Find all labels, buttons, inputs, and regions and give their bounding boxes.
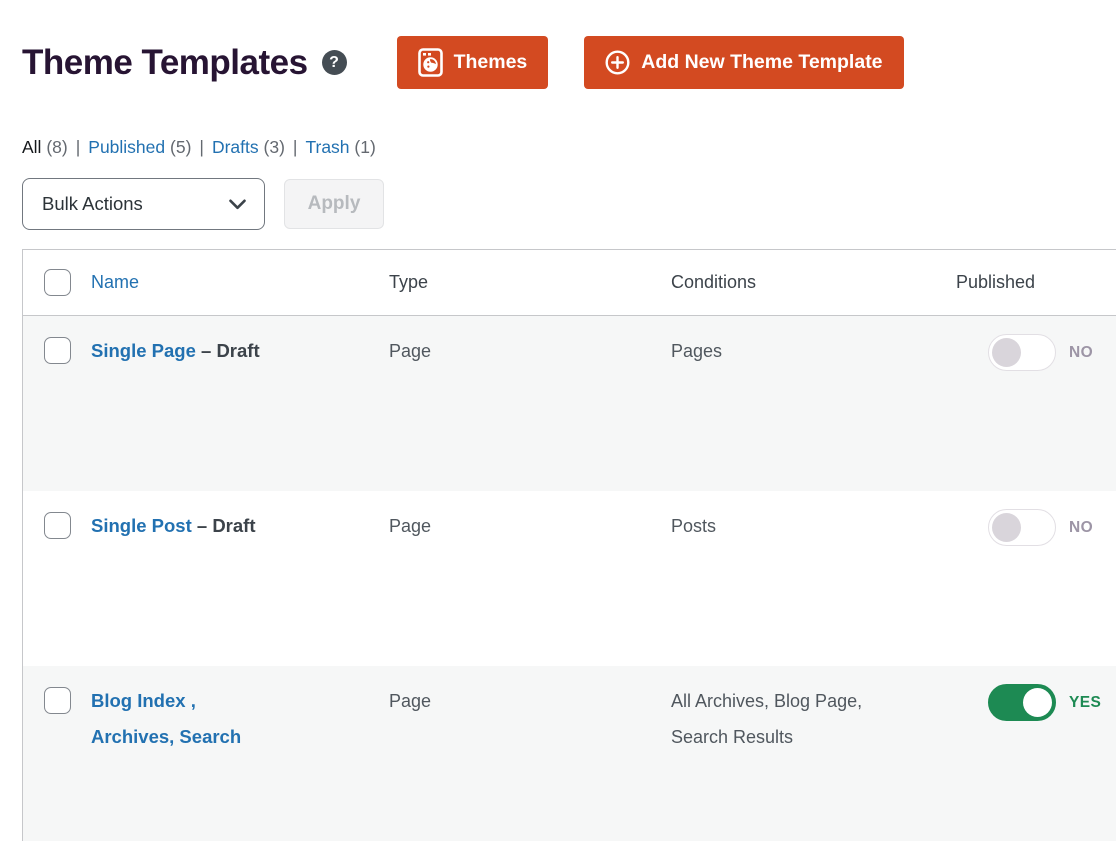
- select-all-checkbox[interactable]: [44, 269, 71, 296]
- help-icon[interactable]: ?: [322, 50, 347, 75]
- filter-trash[interactable]: Trash (1): [305, 137, 375, 158]
- themes-button-label: Themes: [454, 51, 528, 74]
- template-conditions: Pages: [671, 333, 871, 369]
- filter-all[interactable]: All (8): [22, 137, 68, 158]
- publish-toggle-label: NO: [1069, 519, 1093, 537]
- template-status-suffix: – Draft: [196, 340, 260, 361]
- theme-templates-table: Name Type Conditions Published Single Pa…: [22, 249, 1116, 841]
- status-filters: All (8) | Published (5) | Drafts (3) | T…: [22, 137, 1116, 158]
- chevron-down-icon: [229, 193, 246, 215]
- filter-drafts-count: (3): [264, 137, 285, 157]
- filter-all-label: All: [22, 137, 41, 157]
- page-header: Theme Templates ? Themes Add New Theme T…: [0, 0, 1116, 89]
- row-checkbox[interactable]: [44, 337, 71, 364]
- add-new-theme-template-button[interactable]: Add New Theme Template: [584, 36, 903, 89]
- filter-published-count: (5): [170, 137, 191, 157]
- filter-all-count: (8): [46, 137, 67, 157]
- template-status-suffix: – Draft: [192, 515, 256, 536]
- filter-drafts-label: Drafts: [212, 137, 259, 157]
- template-conditions: All Archives, Blog Page, Search Results: [671, 683, 871, 755]
- filter-published[interactable]: Published (5): [88, 137, 191, 158]
- filter-separator: |: [76, 137, 81, 158]
- table-row: Single Page – Draft Page Pages NO: [23, 316, 1116, 491]
- publish-toggle-label: YES: [1069, 694, 1101, 712]
- template-name-link[interactable]: Single Page: [91, 333, 196, 369]
- table-row: Blog Index , Archives, Search Page All A…: [23, 666, 1116, 841]
- template-name-link[interactable]: Blog Index , Archives, Search: [91, 683, 271, 755]
- add-button-label: Add New Theme Template: [641, 51, 882, 74]
- page-title: Theme Templates: [22, 43, 308, 83]
- template-name-link[interactable]: Single Post: [91, 508, 192, 544]
- filter-separator: |: [199, 137, 204, 158]
- publish-toggle[interactable]: [988, 334, 1056, 371]
- bulk-actions-select[interactable]: Bulk Actions: [22, 178, 265, 230]
- table-header-row: Name Type Conditions Published: [23, 250, 1116, 316]
- template-type: Page: [389, 508, 589, 544]
- toggle-knob: [992, 513, 1021, 542]
- plus-circle-icon: [605, 50, 630, 75]
- template-type: Page: [389, 683, 589, 719]
- apply-button[interactable]: Apply: [284, 179, 384, 229]
- filter-separator: |: [293, 137, 298, 158]
- bulk-actions-selected-value: Bulk Actions: [42, 193, 143, 215]
- column-header-conditions: Conditions: [671, 272, 956, 293]
- filter-trash-count: (1): [354, 137, 375, 157]
- filter-trash-label: Trash: [305, 137, 349, 157]
- row-checkbox[interactable]: [44, 512, 71, 539]
- publish-toggle[interactable]: [988, 509, 1056, 546]
- bulk-actions-bar: Bulk Actions Apply: [22, 178, 1116, 230]
- row-checkbox[interactable]: [44, 687, 71, 714]
- themes-palette-icon: [418, 48, 443, 77]
- toggle-knob: [1023, 688, 1052, 717]
- column-header-type: Type: [389, 272, 671, 293]
- column-header-name[interactable]: Name: [91, 272, 139, 292]
- publish-toggle-label: NO: [1069, 344, 1093, 362]
- table-row: Single Post – Draft Page Posts NO: [23, 491, 1116, 666]
- template-type: Page: [389, 333, 589, 369]
- themes-button[interactable]: Themes: [397, 36, 549, 89]
- column-header-published: Published: [956, 272, 1116, 293]
- template-conditions: Posts: [671, 508, 871, 544]
- toggle-knob: [992, 338, 1021, 367]
- publish-toggle[interactable]: [988, 684, 1056, 721]
- filter-published-label: Published: [88, 137, 165, 157]
- filter-drafts[interactable]: Drafts (3): [212, 137, 285, 158]
